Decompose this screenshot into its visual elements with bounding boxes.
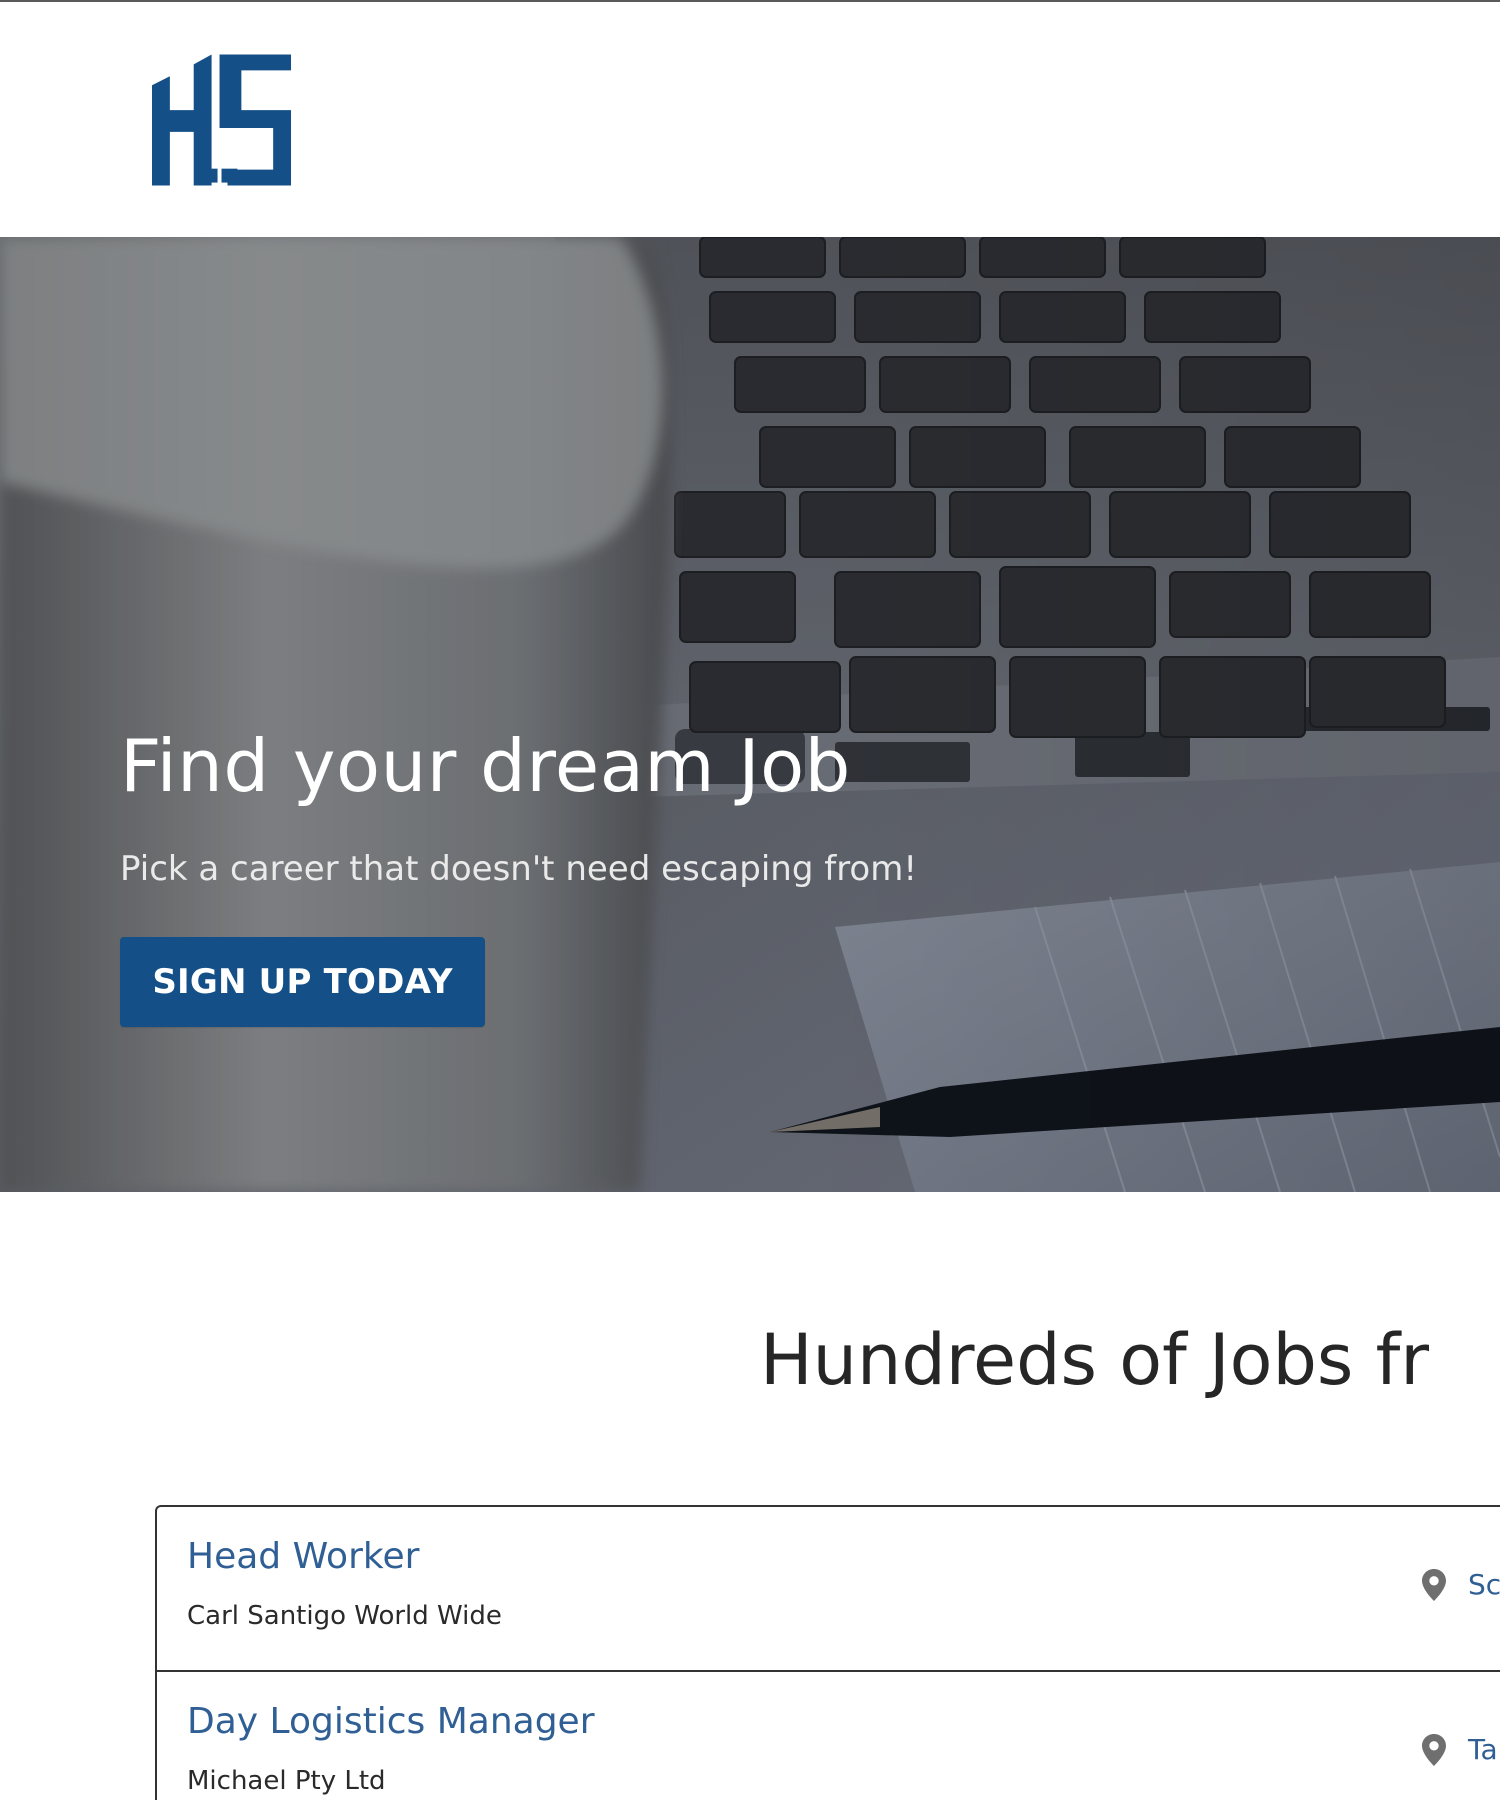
map-pin-icon bbox=[1422, 1569, 1446, 1601]
job-company: Carl Santigo World Wide bbox=[187, 1601, 502, 1631]
job-location: Ta bbox=[1422, 1734, 1498, 1766]
job-title-link[interactable]: Head Worker bbox=[187, 1539, 419, 1575]
logo-link[interactable] bbox=[152, 54, 296, 186]
sign-up-button[interactable]: SIGN UP TODAY bbox=[120, 937, 485, 1027]
job-location-link[interactable]: Sc bbox=[1468, 1571, 1500, 1599]
job-listings: Head Worker Carl Santigo World Wide Sc D… bbox=[155, 1505, 1500, 1800]
job-listing-row[interactable]: Head Worker Carl Santigo World Wide Sc bbox=[157, 1507, 1500, 1672]
hero-banner: Find your dream Job Pick a career that d… bbox=[0, 237, 1500, 1192]
job-location: Sc bbox=[1422, 1569, 1500, 1601]
site-header bbox=[0, 2, 1500, 237]
hero-subtitle: Pick a career that doesn't need escaping… bbox=[120, 849, 917, 889]
jobs-section-heading: Hundreds of Jobs fr bbox=[760, 1319, 1430, 1401]
hero-background-image bbox=[0, 237, 1500, 1192]
job-listing-row[interactable]: Day Logistics Manager Michael Pty Ltd Ta bbox=[157, 1672, 1500, 1800]
job-location-link[interactable]: Ta bbox=[1468, 1736, 1498, 1764]
map-pin-icon bbox=[1422, 1734, 1446, 1766]
job-company: Michael Pty Ltd bbox=[187, 1766, 386, 1796]
page: Find your dream Job Pick a career that d… bbox=[0, 0, 1500, 1800]
hero-title: Find your dream Job bbox=[120, 724, 851, 808]
job-title-link[interactable]: Day Logistics Manager bbox=[187, 1704, 595, 1740]
hs-logo-icon bbox=[152, 54, 292, 186]
